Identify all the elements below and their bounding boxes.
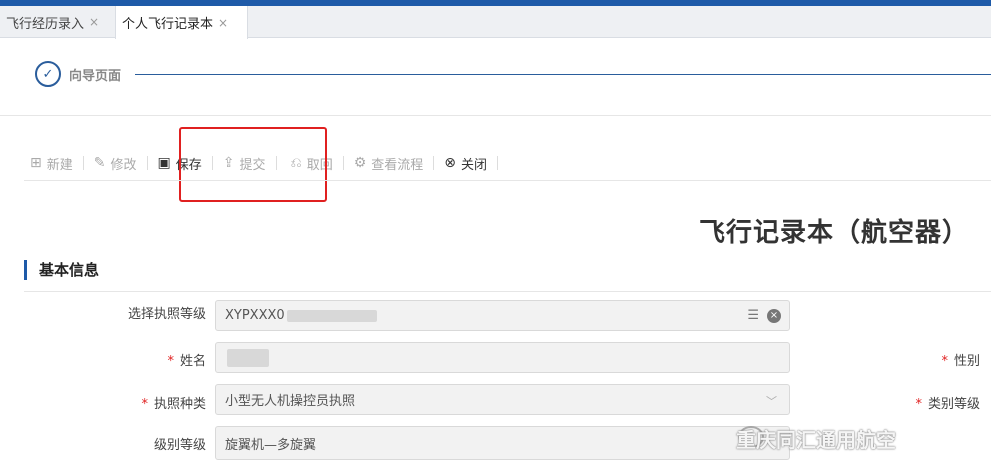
license-level-value: XYPXXX0 (225, 308, 285, 323)
close-circle-icon: ⊗ (444, 155, 457, 171)
highlight-box (179, 127, 327, 202)
save-icon: ▣ (157, 155, 171, 171)
license-type-value: 小型无人机操控员执照 (225, 394, 356, 409)
tab-personal-flight-logbook[interactable]: 个人飞行记录本 × (115, 6, 248, 39)
license-type-label: * 执照种类 (100, 393, 206, 412)
wizard-step-label: 向导页面 (69, 68, 122, 84)
new-button[interactable]: ⊞ 新建 (24, 149, 79, 177)
redacted-text (286, 309, 377, 322)
toolbar-separator (146, 156, 148, 170)
grade-field[interactable]: 旋翼机—多旋翼 (215, 426, 790, 460)
view-flow-button-label: 查看流程 (371, 157, 424, 173)
required-marker: * (141, 397, 148, 412)
category-label-text: 类别等级 (927, 397, 980, 412)
wizard-progress-line (135, 74, 991, 75)
tab-flight-experience-entry[interactable]: 飞行经历录入 × (0, 6, 114, 38)
list-icon[interactable]: ☰ (747, 308, 759, 323)
toolbar-separator (433, 156, 435, 170)
license-type-label-text: 执照种类 (153, 397, 206, 412)
grade-value: 旋翼机—多旋翼 (225, 437, 317, 453)
name-field[interactable] (215, 342, 790, 373)
gender-label-text: 性别 (953, 354, 980, 369)
page-title: 飞行记录本（航空器） (698, 218, 969, 248)
gender-label: * 性别 (900, 350, 980, 369)
required-marker: * (915, 397, 922, 412)
close-button[interactable]: ⊗ 关闭 (438, 149, 493, 177)
name-label-text: 姓名 (179, 354, 206, 369)
toolbar-separator (497, 156, 499, 170)
section-title: 基本信息 (24, 260, 99, 280)
divider (24, 291, 991, 292)
plus-square-icon: ⊞ (30, 155, 42, 171)
check-circle-icon: ✓ (35, 61, 61, 87)
new-button-label: 新建 (46, 157, 73, 173)
view-flow-button[interactable]: ⚙ 查看流程 (348, 149, 430, 177)
toolbar-separator (82, 156, 84, 170)
close-icon[interactable]: × (89, 15, 99, 29)
chevron-down-icon: ﹀ (766, 395, 777, 408)
required-marker: * (167, 354, 174, 369)
clear-icon[interactable]: × (767, 308, 781, 323)
edit-button[interactable]: ✎ 修改 (88, 149, 143, 177)
close-button-label: 关闭 (461, 157, 488, 173)
redacted-text (227, 348, 269, 367)
tab-label: 个人飞行记录本 (122, 17, 214, 32)
category-label: * 类别等级 (900, 393, 980, 412)
wizard-step[interactable]: ✓ 向导页面 (35, 61, 121, 87)
divider (0, 115, 991, 116)
edit-button-label: 修改 (110, 157, 137, 173)
grade-label: 级别等级 (153, 438, 206, 453)
license-type-select[interactable]: 小型无人机操控员执照 ﹀ (215, 384, 790, 415)
required-marker: * (941, 354, 948, 369)
tab-bar: 飞行经历录入 × 个人飞行记录本 × (0, 6, 991, 39)
divider (24, 180, 991, 181)
license-level-field[interactable]: XYPXXX0 ☰ × (215, 300, 790, 331)
name-label: * 姓名 (100, 350, 206, 369)
close-icon[interactable]: × (218, 16, 228, 30)
toolbar-separator (342, 156, 344, 170)
flow-icon: ⚙ (353, 155, 367, 171)
license-level-label: 选择执照等级 (127, 307, 206, 322)
tab-label: 飞行经历录入 (6, 16, 85, 32)
edit-icon: ✎ (93, 155, 106, 171)
watermark: 重庆同汇通用航空 (736, 428, 896, 452)
